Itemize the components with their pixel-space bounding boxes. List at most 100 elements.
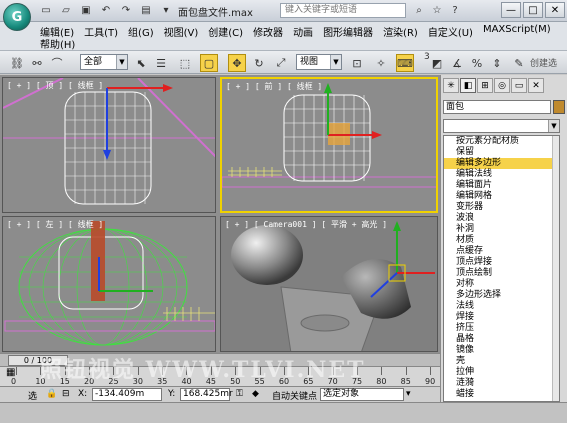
object-name-field[interactable]: 面包 [443,100,551,114]
snap-toggle-icon[interactable]: ◩ [428,54,446,72]
undo-icon[interactable]: ↶ [98,3,114,17]
project-icon[interactable]: ▤ [138,3,154,17]
viewport-label[interactable]: [ + ] [ Camera001 ] [ 平滑 + 高光 ] [225,219,387,230]
modifier-list-item[interactable]: 波浪 [444,213,559,224]
menu-item[interactable]: 创建(C) [208,24,243,39]
select-object-icon[interactable]: ⬉ [132,54,150,72]
auto-key-button[interactable]: 自动关键点 [272,389,317,402]
move-icon[interactable]: ✥ [228,54,246,72]
viewport-label[interactable]: [ + ] [ 左 ] [ 线框 ] [7,219,103,230]
time-slider[interactable]: 0 / 100 [8,355,68,366]
scale-icon[interactable]: ⤢ [272,54,290,72]
modifier-list-item[interactable]: 焊接 [444,312,559,323]
y-coordinate-field[interactable]: 168.425mr [180,388,233,401]
key-icon[interactable]: ⚿ [236,389,243,399]
menu-item[interactable]: 修改器 [253,24,283,39]
minimize-button[interactable]: — [501,2,521,18]
object-color-swatch[interactable] [553,100,565,114]
modifier-list-item[interactable]: 挤压 [444,323,559,334]
modifier-list-item[interactable]: 编辑多边形 [444,158,559,169]
app-logo-button[interactable]: G [3,3,31,31]
motion-tab-icon[interactable]: ◎ [494,78,510,93]
binoculars-icon[interactable]: ⌕ [412,3,426,17]
modifier-list-item[interactable]: 保留 [444,147,559,158]
create-selection-set-label[interactable]: 创建选 [530,56,557,69]
chevron-down-icon[interactable]: ▾ [158,3,174,17]
menu-item[interactable]: 图形编辑器 [323,24,373,39]
menu-item[interactable]: 编辑(E) [40,24,74,39]
rect-region-icon[interactable]: ⬚ [176,54,194,72]
modifier-list-item[interactable]: 顶点焊接 [444,257,559,268]
selection-filter-select[interactable]: 全部 ▼ [80,54,128,70]
pivot-icon[interactable]: ⊡ [348,54,366,72]
scrollbar[interactable] [552,136,559,401]
angle-snap-icon[interactable]: ∡ [448,54,466,72]
menu-item[interactable]: 组(G) [128,24,154,39]
percent-snap-icon[interactable]: % [468,54,486,72]
edit-named-selection-icon[interactable]: ✎ [510,54,528,72]
lock-icon[interactable]: 🔒 [46,389,57,399]
x-coordinate-field[interactable]: -134.409m [92,388,162,401]
modifier-list-item[interactable]: 蜡接 [444,389,559,400]
chevron-down-icon[interactable]: ▾ [406,389,411,399]
window-crossing-icon[interactable]: ▢ [200,54,218,72]
mini-listener-icon[interactable]: ▦ [6,367,22,385]
modifier-list-item[interactable]: 壳 [444,356,559,367]
viewport-camera[interactable]: [ + ] [ Camera001 ] [ 平滑 + 高光 ] [220,216,438,352]
redo-icon[interactable]: ↷ [118,3,134,17]
modifier-list-item[interactable]: 编辑网格 [444,191,559,202]
display-tab-icon[interactable]: ▭ [511,78,527,93]
viewport-front[interactable]: [ + ] [ 前 ] [ 线框 ] [220,77,438,213]
modifier-list-item[interactable]: 材质 [444,235,559,246]
open-file-icon[interactable]: ▱ [58,3,74,17]
track-bar[interactable]: 0 10 15 20 25 30 35 40 45 50 55 60 65 70 75 80 85 90 [0,366,440,386]
modifier-list-item[interactable]: 顶点绘制 [444,268,559,279]
menu-item[interactable]: 视图(V) [164,24,199,39]
keyboard-shortcut-icon[interactable]: ⌨ [396,54,414,72]
modifier-list-item[interactable]: 涟漪 [444,378,559,389]
modifier-list-select[interactable]: ▼ [443,119,560,133]
set-key-icon[interactable]: ◆ [252,389,259,399]
modifier-list-item[interactable]: 晶格 [444,334,559,345]
select-manipulate-icon[interactable]: ✧ [372,54,390,72]
viewport-top[interactable]: [ + ] [ 顶 ] [ 线框 ] [2,77,216,213]
menu-item[interactable]: 自定义(U) [428,24,473,39]
link-icon[interactable]: ⛓ [8,54,26,72]
search-input[interactable]: 键入关键字或短语 [280,3,406,18]
modifier-list-item[interactable]: 法线 [444,301,559,312]
hierarchy-tab-icon[interactable]: ⊞ [477,78,493,93]
selected-objects-select[interactable]: 选定对象 [320,388,404,401]
viewport-label[interactable]: [ + ] [ 顶 ] [ 线框 ] [7,80,103,91]
star-icon[interactable]: ☆ [430,3,444,17]
spinner-snap-icon[interactable]: ⇕ [488,54,506,72]
modifier-list-item[interactable]: 多边形选择 [444,290,559,301]
absolute-mode-icon[interactable]: ⊟ [62,389,70,399]
help-icon[interactable]: ? [448,3,462,17]
modifier-list-item[interactable]: 变形器 [444,202,559,213]
modifier-list-item[interactable]: 点缓存 [444,246,559,257]
unlink-icon[interactable]: ⚯ [28,54,46,72]
menu-item[interactable]: 动画 [293,24,313,39]
save-icon[interactable]: ▣ [78,3,94,17]
new-file-icon[interactable]: ▭ [38,3,54,17]
menu-item[interactable]: MAXScript(M) [483,24,551,36]
viewport-left[interactable]: [ + ] [ 左 ] [ 线框 ] [2,216,216,352]
modifier-list-item[interactable]: 编辑面片 [444,180,559,191]
modifier-list-item[interactable]: 补洞 [444,224,559,235]
create-tab-icon[interactable]: ✳ [443,78,459,93]
modifier-list-item[interactable]: 编辑法线 [444,169,559,180]
utilities-tab-icon[interactable]: ✕ [528,78,544,93]
reference-coord-select[interactable]: 视图 ▼ [296,54,342,70]
modifier-list-item[interactable]: 拉伸 [444,367,559,378]
modify-tab-icon[interactable]: ◧ [460,78,476,93]
modifier-list-item[interactable]: 按元素分配材质 [444,136,559,147]
menu-item[interactable]: 渲染(R) [383,24,418,39]
viewport-label[interactable]: [ + ] [ 前 ] [ 线框 ] [226,81,322,92]
close-button[interactable]: ✕ [545,2,565,18]
rotate-icon[interactable]: ↻ [250,54,268,72]
select-by-name-icon[interactable]: ☰ [152,54,170,72]
modifier-list-item[interactable]: 对称 [444,279,559,290]
maximize-button[interactable]: □ [523,2,543,18]
modifier-list-item[interactable]: 镜像 [444,345,559,356]
menu-item[interactable]: 工具(T) [84,24,118,39]
